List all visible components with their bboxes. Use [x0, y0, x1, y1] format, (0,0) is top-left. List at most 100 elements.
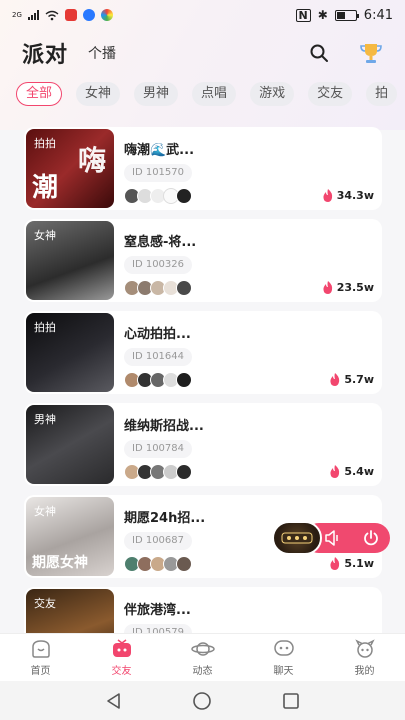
room-cover-art-text: 嗨: [77, 144, 106, 177]
room-cover: 女神 期愿女神: [26, 497, 114, 576]
room-id: ID 100579: [124, 624, 193, 633]
flame-icon: [323, 189, 332, 202]
floating-room-cover[interactable]: [272, 521, 322, 555]
room-card[interactable]: 交友 伴旅港湾... ID 100579: [24, 587, 382, 633]
app-notification-icon: [100, 9, 113, 21]
tab-friends[interactable]: 交友: [81, 634, 162, 681]
status-time: 6:41: [363, 7, 393, 23]
filter-chip-friends[interactable]: 交友: [308, 82, 353, 106]
search-icon[interactable]: [309, 43, 329, 63]
tab-label: 首页: [30, 665, 51, 677]
room-heat: 5.4w: [329, 465, 374, 478]
room-card[interactable]: 女神 窒息感-将... ID 100326 23.5w: [24, 219, 382, 302]
room-cover-art-text: 潮: [32, 173, 59, 203]
status-bar: 2G N ✱ 6:41: [0, 0, 405, 30]
room-name: 期愿24h招...: [124, 511, 206, 526]
room-id: ID 101570: [124, 164, 193, 182]
member-avatars: [124, 280, 192, 296]
room-id: ID 100326: [124, 256, 193, 274]
room-logo-icon: [281, 532, 313, 544]
flame-icon: [323, 281, 332, 294]
room-category-tag: 拍拍: [34, 321, 56, 334]
filter-chip-goddess[interactable]: 女神: [76, 82, 121, 106]
room-card[interactable]: 男神 维纳斯招战... ID 100784 5.4w: [24, 403, 382, 486]
member-avatars: [124, 464, 192, 480]
trophy-icon[interactable]: [359, 42, 383, 64]
flame-icon: [330, 373, 340, 386]
nfc-icon: N: [295, 8, 311, 22]
room-heat-value: 34.3w: [336, 189, 374, 202]
filter-chip-song-request[interactable]: 点唱: [192, 82, 237, 106]
member-avatars: [124, 188, 192, 204]
avatar: [176, 464, 192, 480]
home-button-icon[interactable]: [192, 691, 212, 711]
tab-label: 我的: [354, 665, 375, 677]
room-cover: 拍拍: [26, 313, 114, 392]
room-name: 嗨潮🌊武...: [124, 143, 195, 158]
tab-chat[interactable]: 聊天: [243, 634, 324, 681]
room-heat-value: 5.1w: [344, 557, 374, 570]
page-header: 派对 个播: [0, 34, 405, 72]
battery-icon: [334, 9, 359, 21]
room-category-tag: 交友: [34, 597, 56, 610]
tab-home[interactable]: 首页: [0, 634, 81, 681]
bottom-tab-bar: 首页 交友 动态 聊天 我的: [0, 633, 405, 681]
chat-icon: [273, 639, 294, 656]
bluetooth-icon: ✱: [317, 8, 328, 22]
room-name: 伴旅港湾...: [124, 603, 191, 618]
profile-icon: [354, 638, 375, 658]
room-cover-art-text: 期愿女神: [32, 555, 88, 571]
signal-icon: [27, 10, 39, 20]
planet-icon: [190, 641, 215, 656]
avatar: [176, 556, 192, 572]
room-cover: 男神: [26, 405, 114, 484]
room-cover: 女神: [26, 221, 114, 300]
network-label: 2G: [12, 11, 22, 19]
wifi-icon: [45, 10, 59, 20]
floating-room-player[interactable]: [272, 521, 390, 555]
room-card[interactable]: 拍拍 嗨 潮 嗨潮🌊武... ID 101570 34.3w: [24, 127, 382, 210]
room-list: 拍拍 嗨 潮 嗨潮🌊武... ID 101570 34.3w 女神 窒息感-将.…: [0, 118, 405, 633]
filter-chip-all[interactable]: 全部: [16, 82, 63, 106]
room-heat-value: 23.5w: [336, 281, 374, 294]
avatar: [176, 188, 192, 204]
tab-profile[interactable]: 我的: [324, 634, 405, 681]
tab-label: 交友: [111, 665, 132, 677]
room-heat-value: 5.7w: [344, 373, 374, 386]
recents-icon[interactable]: [282, 692, 300, 710]
back-icon[interactable]: [105, 692, 123, 710]
room-category-tag: 女神: [34, 229, 56, 242]
home-icon: [31, 639, 50, 658]
room-heat: 34.3w: [322, 189, 374, 202]
room-heat-value: 5.4w: [344, 465, 374, 478]
room-category-tag: 女神: [34, 505, 56, 518]
room-name: 维纳斯招战...: [124, 419, 204, 434]
avatar: [176, 280, 192, 296]
room-card[interactable]: 拍拍 心动拍拍... ID 101644 5.7w: [24, 311, 382, 394]
speaker-icon[interactable]: [324, 530, 342, 546]
tab-solo-live[interactable]: 个播: [88, 43, 116, 63]
room-id: ID 101644: [124, 348, 193, 366]
system-navigation-bar: [0, 681, 405, 720]
tab-label: 聊天: [273, 665, 294, 677]
member-avatars: [124, 372, 192, 388]
tv-icon: [112, 638, 131, 657]
filter-chip-games[interactable]: 游戏: [250, 82, 295, 106]
flame-icon: [330, 557, 340, 570]
room-heat: 5.7w: [329, 373, 374, 386]
page-title[interactable]: 派对: [22, 37, 68, 69]
power-icon[interactable]: [362, 529, 380, 547]
room-category-tag: 男神: [34, 413, 56, 426]
filter-chip-auction[interactable]: 拍: [366, 82, 398, 106]
room-heat: 23.5w: [322, 281, 374, 294]
tab-moments[interactable]: 动态: [162, 634, 243, 681]
tab-label: 动态: [192, 665, 213, 677]
room-name: 心动拍拍...: [124, 327, 191, 342]
app-notification-icon: [64, 9, 77, 21]
room-heat: 5.1w: [329, 557, 374, 570]
flame-icon: [330, 465, 340, 478]
avatar: [176, 372, 192, 388]
room-name: 窒息感-将...: [124, 235, 197, 250]
filter-chip-god[interactable]: 男神: [134, 82, 179, 106]
room-category-tag: 拍拍: [34, 137, 56, 150]
